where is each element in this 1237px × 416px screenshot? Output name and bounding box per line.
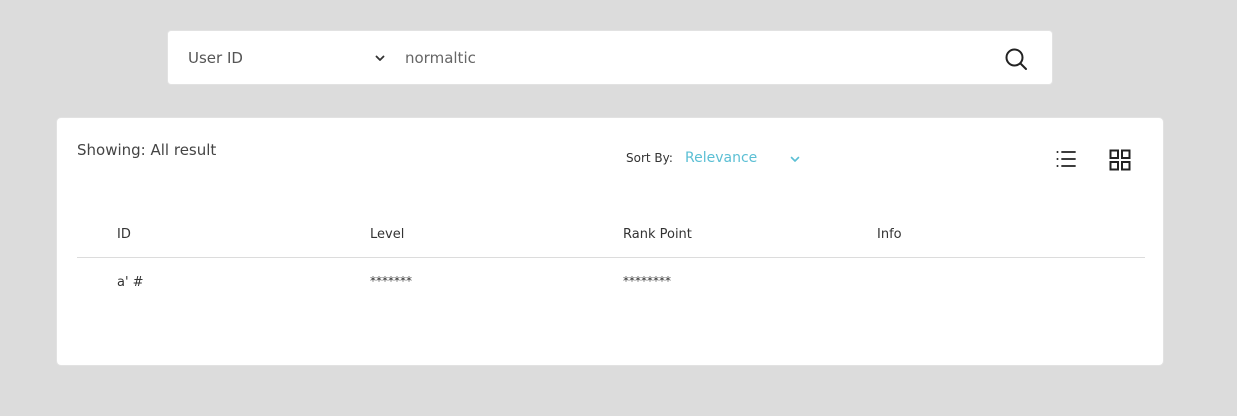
column-header-level: Level [370, 227, 405, 242]
grid-view-icon[interactable] [1108, 148, 1132, 172]
table-header: ID Level Rank Point Info [77, 218, 1145, 258]
showing-text: Showing: All result [77, 141, 217, 159]
sort-dropdown[interactable]: Relevance [685, 148, 803, 170]
results-table: ID Level Rank Point Info a' # ******* **… [77, 218, 1145, 306]
search-type-dropdown[interactable]: User ID [168, 31, 392, 84]
chevron-down-icon [790, 156, 800, 162]
column-header-rank-point: Rank Point [623, 227, 692, 242]
cell-level: ******* [370, 274, 412, 288]
cell-rank-point: ******** [623, 274, 671, 288]
sort-label: Sort By: [626, 151, 673, 165]
list-view-icon[interactable] [1054, 147, 1078, 171]
search-type-label: User ID [188, 48, 243, 67]
results-panel: Showing: All result Sort By: Relevance I… [56, 117, 1164, 366]
column-header-info: Info [877, 227, 902, 242]
chevron-down-icon [375, 55, 385, 61]
column-header-id: ID [117, 227, 131, 242]
search-icon[interactable] [1004, 47, 1028, 71]
cell-id: a' # [117, 275, 144, 290]
sort-value: Relevance [685, 150, 758, 166]
search-input[interactable] [405, 42, 965, 74]
table-row[interactable]: a' # ******* ******** [77, 258, 1145, 306]
search-bar: User ID [167, 30, 1053, 85]
